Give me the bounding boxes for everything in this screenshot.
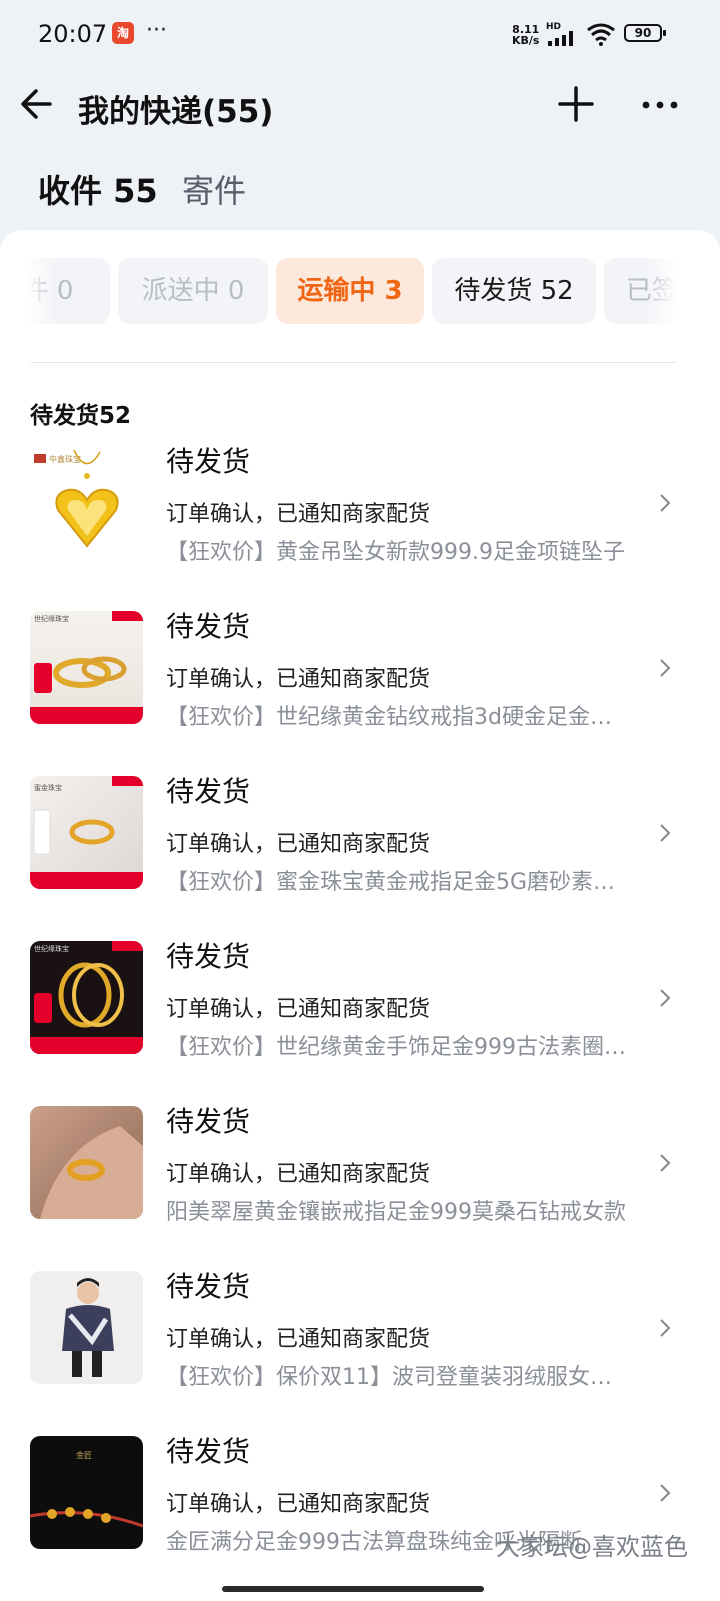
tab-sent[interactable]: 寄件 bbox=[182, 166, 246, 212]
chevron-right-icon bbox=[660, 989, 671, 1007]
network-speed-unit: KB/s bbox=[512, 34, 540, 47]
product-thumbnail bbox=[30, 1271, 143, 1384]
add-icon[interactable] bbox=[556, 84, 596, 124]
shipment-description: 订单确认，已通知商家配货 bbox=[166, 997, 431, 1022]
divider bbox=[30, 362, 676, 363]
more-options-icon[interactable] bbox=[640, 84, 680, 124]
product-thumbnail: 蜜金珠宝 bbox=[30, 776, 143, 889]
section-title: 待发货52 bbox=[30, 403, 132, 429]
chips-fade-right bbox=[646, 258, 676, 326]
thumb-brand-text: 金匠 bbox=[76, 1450, 92, 1460]
chevron-right-icon bbox=[660, 1154, 671, 1172]
shipment-description: 订单确认，已通知商家配货 bbox=[166, 832, 431, 857]
signal-icon bbox=[548, 30, 578, 46]
home-indicator[interactable] bbox=[222, 1586, 484, 1592]
shipment-status: 待发货 bbox=[166, 1435, 251, 1468]
shipment-status: 待发货 bbox=[166, 610, 251, 643]
status-filter-chips[interactable]: 收件 0 派送中 0 运输中 3 待发货 52 已签收 bbox=[26, 258, 676, 326]
page-title: 我的快递(55) bbox=[78, 94, 274, 130]
back-arrow-icon[interactable] bbox=[18, 84, 58, 124]
shipment-status: 待发货 bbox=[166, 1105, 251, 1138]
chevron-right-icon bbox=[660, 659, 671, 677]
wifi-icon bbox=[587, 23, 615, 46]
chip-delivering[interactable]: 派送中 0 bbox=[118, 258, 268, 324]
thumb-brand-text: 世纪缘珠宝 bbox=[34, 944, 69, 953]
shipment-item[interactable]: 世纪缘珠宝 待发货 订单确认，已通知商家配货 【狂欢价】世纪缘黄金钻纹戒指3d硬… bbox=[0, 610, 720, 751]
product-thumbnail: 世纪缘珠宝 bbox=[30, 611, 143, 724]
status-bar: 20:07 淘 ··· 8.11 KB/s HD 90 bbox=[0, 0, 720, 70]
product-thumbnail: 中鑫珠宝 bbox=[30, 446, 143, 559]
shipment-item[interactable]: 待发货 订单确认，已通知商家配货 【狂欢价】保价双11】波司登童装羽绒服女童冬装 bbox=[0, 1270, 720, 1411]
shipment-description: 订单确认，已通知商家配货 bbox=[166, 1492, 431, 1517]
shipment-status: 待发货 bbox=[166, 445, 251, 478]
network-speed: 8.11 KB/s bbox=[512, 24, 539, 46]
product-name: 【狂欢价】世纪缘黄金手饰足金999古法素圈手镯 bbox=[166, 1035, 630, 1060]
product-name: 【狂欢价】保价双11】波司登童装羽绒服女童冬装 bbox=[166, 1365, 630, 1390]
shipment-status: 待发货 bbox=[166, 1270, 251, 1303]
shipment-description: 订单确认，已通知商家配货 bbox=[166, 1162, 431, 1187]
shipment-status: 待发货 bbox=[166, 940, 251, 973]
status-time: 20:07 bbox=[38, 20, 108, 48]
product-name: 【狂欢价】黄金吊坠女新款999.9足金项链坠子 bbox=[166, 540, 625, 565]
chevron-right-icon bbox=[660, 1319, 671, 1337]
shipment-item[interactable]: 中鑫珠宝 待发货 订单确认，已通知商家配货 【狂欢价】黄金吊坠女新款999.9足… bbox=[0, 445, 720, 586]
chevron-right-icon bbox=[660, 824, 671, 842]
app-header: 我的快递(55) bbox=[0, 70, 720, 144]
taobao-app-icon: 淘 bbox=[112, 22, 134, 44]
shipment-description: 订单确认，已通知商家配货 bbox=[166, 1327, 431, 1352]
product-thumbnail bbox=[30, 1106, 143, 1219]
chevron-right-icon bbox=[660, 494, 671, 512]
status-more-icon: ··· bbox=[146, 18, 167, 43]
product-thumbnail: 金匠 bbox=[30, 1436, 143, 1549]
shipment-description: 订单确认，已通知商家配货 bbox=[166, 667, 431, 692]
shipment-item[interactable]: 待发货 订单确认，已通知商家配货 阳美翠屋黄金镶嵌戒指足金999莫桑石钻戒女款 bbox=[0, 1105, 720, 1246]
shipment-status: 待发货 bbox=[166, 775, 251, 808]
chip-pending-shipment[interactable]: 待发货 52 bbox=[432, 258, 596, 324]
chip-in-transit[interactable]: 运输中 3 bbox=[276, 258, 424, 324]
product-thumbnail: 世纪缘珠宝 bbox=[30, 941, 143, 1054]
shipment-card: 收件 0 派送中 0 运输中 3 待发货 52 已签收 待发货52 中鑫珠宝 待… bbox=[0, 230, 720, 1601]
battery-level: 90 bbox=[634, 26, 652, 40]
shipment-item[interactable]: 蜜金珠宝 待发货 订单确认，已通知商家配货 【狂欢价】蜜金珠宝黄金戒指足金5G磨… bbox=[0, 775, 720, 916]
tab-received[interactable]: 收件 55 bbox=[38, 166, 158, 212]
chevron-right-icon bbox=[660, 1484, 671, 1502]
product-name: 阳美翠屋黄金镶嵌戒指足金999莫桑石钻戒女款 bbox=[166, 1200, 626, 1225]
watermark: 大家坛@喜欢蓝色 bbox=[496, 1533, 688, 1561]
thumb-brand-text: 蜜金珠宝 bbox=[34, 783, 62, 792]
thumb-brand-text: 世纪缘珠宝 bbox=[34, 614, 69, 623]
product-name: 【狂欢价】世纪缘黄金钻纹戒指3d硬金足金素圈 bbox=[166, 705, 630, 730]
chips-fade-left bbox=[26, 258, 56, 326]
shipment-item[interactable]: 世纪缘珠宝 待发货 订单确认，已通知商家配货 【狂欢价】世纪缘黄金手饰足金999… bbox=[0, 940, 720, 1081]
battery-icon: 90 bbox=[624, 24, 666, 42]
shipment-description: 订单确认，已通知商家配货 bbox=[166, 502, 431, 527]
product-name: 【狂欢价】蜜金珠宝黄金戒指足金5G磨砂素圈女 bbox=[166, 870, 630, 895]
